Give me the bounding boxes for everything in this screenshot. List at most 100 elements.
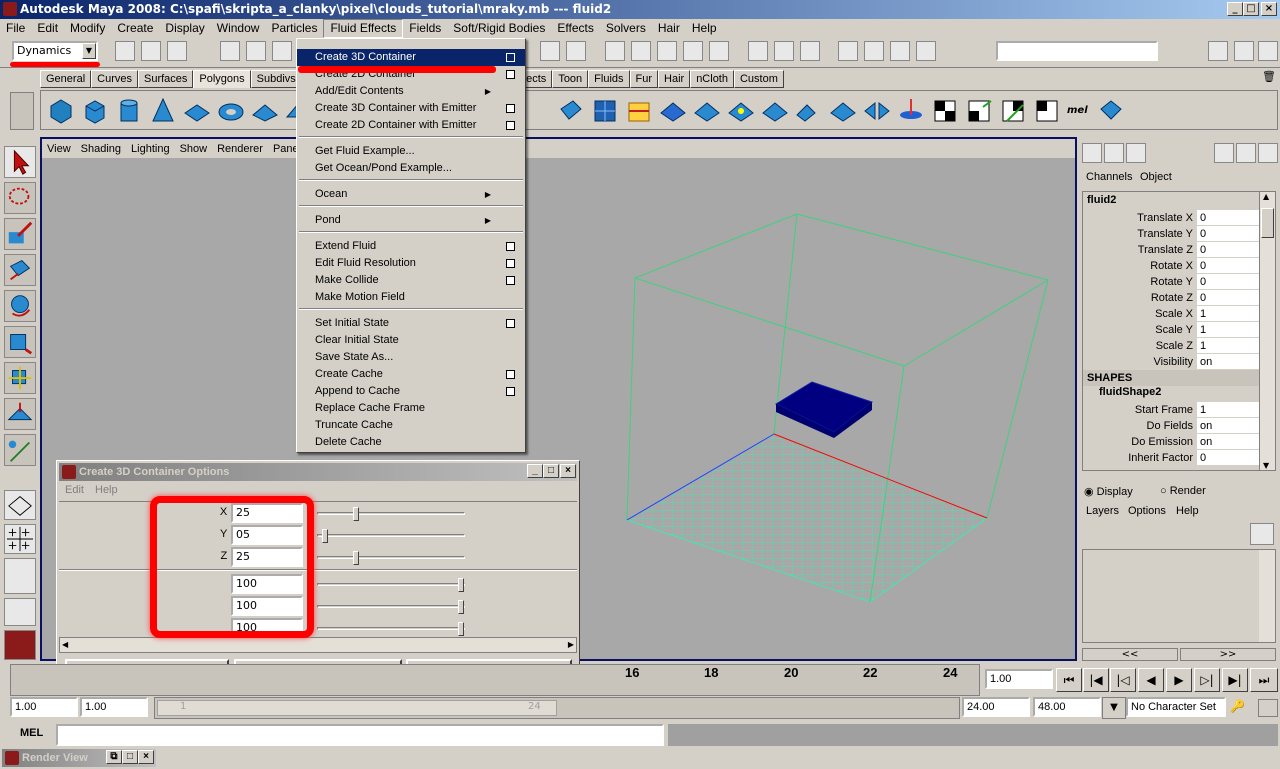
input-ops-icon[interactable] [748, 41, 768, 61]
channel-row[interactable]: Scale Z 1 [1085, 338, 1265, 354]
channel-row[interactable]: Visibility on [1085, 354, 1265, 370]
select-component-icon[interactable] [272, 41, 292, 61]
uv-editor-icon[interactable] [999, 97, 1027, 125]
channel-box-icon[interactable] [1258, 41, 1278, 61]
auto-key-icon[interactable]: 🔑 [1230, 699, 1254, 717]
option-box-icon[interactable] [506, 387, 515, 396]
layer-scrollbar[interactable] [1259, 550, 1275, 642]
shelf-menu-button[interactable] [10, 92, 34, 130]
channel-value-field[interactable]: 0 [1197, 242, 1261, 257]
slider-thumb[interactable] [353, 507, 359, 521]
menu-item-create-2d-container-with-emitter[interactable]: Create 2D Container with Emitter [297, 117, 525, 134]
poly-cube-icon[interactable] [81, 97, 109, 125]
menu-display[interactable]: Display [159, 20, 210, 37]
append-polygon-icon[interactable] [693, 97, 721, 125]
render-view-minimized[interactable]: Render View ⧉ □ × [2, 749, 156, 767]
sculpt-icon[interactable] [1258, 143, 1278, 163]
scale-tool-icon[interactable] [4, 326, 36, 358]
shelf-tab-fluids[interactable]: Fluids [588, 70, 630, 88]
insert-edge-loop-icon[interactable] [659, 97, 687, 125]
snap-curve-icon[interactable] [566, 41, 586, 61]
shelf-tab-fur[interactable]: Fur [629, 70, 659, 88]
rotate-tool-icon[interactable] [4, 290, 36, 322]
slider-thumb[interactable] [353, 551, 359, 565]
soft-modification-icon[interactable] [4, 398, 36, 430]
range-slider[interactable]: 1 24 [154, 697, 960, 719]
menu-item-delete-cache[interactable]: Delete Cache [297, 434, 525, 451]
poly-cylinder-icon[interactable] [115, 97, 143, 125]
poly-plane-icon[interactable] [183, 97, 211, 125]
menu-item-append-to-cache[interactable]: Append to Cache [297, 383, 525, 400]
dialog-menu-edit[interactable]: Edit [65, 484, 84, 496]
poly-torus-icon[interactable] [217, 97, 245, 125]
separate-icon[interactable] [795, 97, 823, 125]
new-scene-icon[interactable] [115, 41, 135, 61]
tab-object[interactable]: Object [1140, 171, 1172, 183]
scroll-right-icon[interactable]: ▶ [568, 640, 574, 649]
snap-view-icon[interactable] [631, 41, 651, 61]
render-current-icon[interactable] [864, 41, 884, 61]
shelf-tab-custom[interactable]: Custom [733, 70, 784, 88]
close-button[interactable]: × [1261, 2, 1277, 16]
scroll-left-icon[interactable]: ◀ [62, 640, 68, 649]
collapse-left-button[interactable]: << [1082, 648, 1178, 661]
menu-item-truncate-cache[interactable]: Truncate Cache [297, 417, 525, 434]
select-tool-icon[interactable] [4, 146, 36, 178]
shelf-tab-ncloth[interactable]: nCloth [690, 70, 734, 88]
step-forward-frame-icon[interactable]: ▶| [1222, 668, 1248, 692]
menu-soft-rigid-bodies[interactable]: Soft/Rigid Bodies [447, 20, 551, 37]
menu-item-extend-fluid[interactable]: Extend Fluid [297, 238, 525, 255]
range-start-field[interactable]: 1.00 [80, 697, 148, 717]
slider-thumb[interactable] [458, 622, 464, 636]
split-poly-icon[interactable] [625, 97, 653, 125]
poly-cone-icon[interactable] [149, 97, 177, 125]
option-box-icon[interactable] [506, 121, 515, 130]
menu-item-pond[interactable]: Pond ▶ [297, 212, 525, 229]
channel-scrollbar[interactable]: ▲ ▼ [1259, 192, 1275, 470]
attribute-layout-icon[interactable] [1104, 143, 1124, 163]
construction-history-icon[interactable] [800, 41, 820, 61]
channel-value-field[interactable]: 0 [1197, 450, 1261, 465]
minimize-button[interactable]: _ [1227, 2, 1243, 16]
dialog-title-bar[interactable]: Create 3D Container Options _ □ × [59, 463, 577, 481]
range-slider-bar[interactable]: 1 24 [157, 700, 557, 716]
select-object-icon[interactable] [246, 41, 266, 61]
channel-value-field[interactable]: on [1197, 418, 1261, 433]
scroll-thumb[interactable] [1261, 208, 1274, 238]
play-forward-icon[interactable]: ▶ [1166, 668, 1192, 692]
shelf-tab-general[interactable]: General [40, 70, 92, 88]
viewport-menu-show[interactable]: Show [175, 143, 213, 155]
option-slider[interactable] [317, 529, 465, 543]
bevel-icon[interactable] [591, 97, 619, 125]
channel-value-field[interactable]: 1 [1197, 402, 1261, 417]
channel-value-field[interactable]: 0 [1197, 226, 1261, 241]
channel-value-field[interactable]: 0 [1197, 274, 1261, 289]
menu-item-save-state-as[interactable]: Save State As... [297, 349, 525, 366]
new-layer-icon[interactable] [1250, 523, 1274, 545]
render-radio[interactable]: ○ Render [1160, 485, 1206, 497]
animation-prefs-icon[interactable] [1258, 699, 1278, 717]
open-scene-icon[interactable] [141, 41, 161, 61]
menu-solvers[interactable]: Solvers [600, 20, 652, 37]
help-menu[interactable]: Help [1176, 505, 1199, 517]
universal-manipulator-icon[interactable] [4, 362, 36, 394]
tool-settings-icon[interactable] [1234, 41, 1254, 61]
mel-command-input[interactable] [56, 724, 664, 746]
channel-row[interactable]: Scale Y 1 [1085, 322, 1265, 338]
maximize-button[interactable]: □ [122, 750, 138, 764]
option-slider[interactable] [317, 551, 465, 565]
step-back-frame-icon[interactable]: |◀ [1083, 668, 1109, 692]
display-radio[interactable]: ◉ Display [1084, 485, 1133, 498]
range-end-field[interactable]: 24.00 [962, 697, 1030, 717]
chevron-down-icon[interactable]: ▼ [1102, 697, 1126, 719]
menu-create[interactable]: Create [111, 20, 159, 37]
character-set-field[interactable]: No Character Set [1126, 697, 1226, 717]
attribute-editor-icon[interactable] [1208, 41, 1228, 61]
close-button[interactable]: × [138, 750, 154, 764]
channel-value-field[interactable]: 1 [1197, 322, 1261, 337]
channel-value-field[interactable]: 1 [1197, 306, 1261, 321]
menu-item-clear-initial-state[interactable]: Clear Initial State [297, 332, 525, 349]
channel-row[interactable]: Do Emission on [1085, 434, 1265, 450]
quick-select-input[interactable] [996, 41, 1158, 61]
channel-row[interactable]: Rotate Y 0 [1085, 274, 1265, 290]
